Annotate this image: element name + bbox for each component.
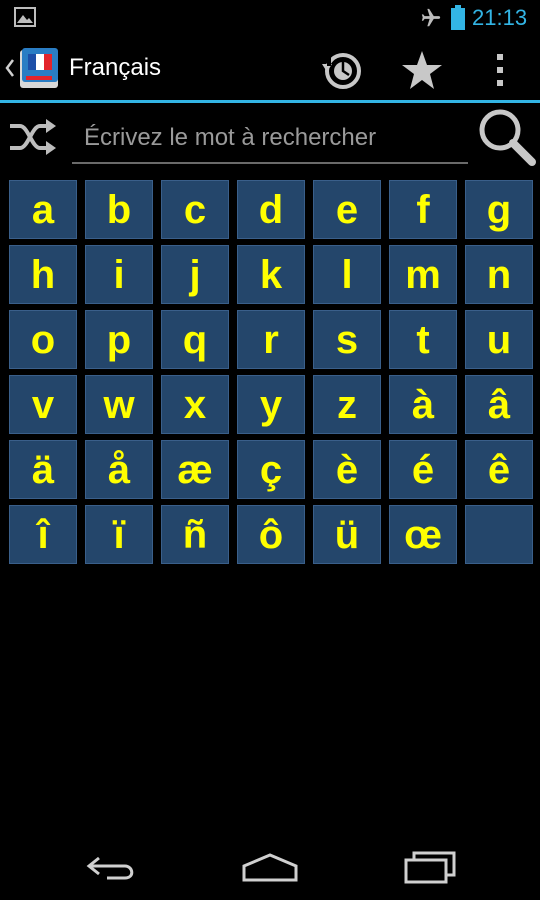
back-icon[interactable] [85,852,141,882]
letter-key[interactable]: y [237,375,305,434]
action-bar-divider [0,100,540,103]
overflow-menu-icon[interactable] [478,48,522,92]
action-bar: Français [0,36,540,100]
letter-key[interactable]: a [9,180,77,239]
letter-key[interactable]: m [389,245,457,304]
letter-key[interactable]: ç [237,440,305,499]
letter-key[interactable]: t [389,310,457,369]
letter-key[interactable]: r [237,310,305,369]
airplane-mode-icon [421,8,441,27]
history-icon[interactable] [318,48,366,92]
letter-key[interactable]: à [389,375,457,434]
star-icon[interactable] [398,48,446,92]
letter-key[interactable]: g [465,180,533,239]
search-input[interactable] [72,118,468,158]
letter-key[interactable]: j [161,245,229,304]
letter-key[interactable]: ñ [161,505,229,564]
letter-key[interactable]: ü [313,505,381,564]
letter-key[interactable]: ä [9,440,77,499]
navigation-bar [0,830,540,900]
shuffle-icon[interactable] [6,114,60,160]
letter-key[interactable]: o [9,310,77,369]
letter-key[interactable]: x [161,375,229,434]
letter-key[interactable]: é [389,440,457,499]
letter-key[interactable]: ï [85,505,153,564]
french-dictionary-app-icon[interactable] [20,48,60,90]
letter-key[interactable]: s [313,310,381,369]
letter-grid: abcdefg hijklmn opqrstu vwxyzàâ äåæçèéê îïñôü… [9,180,533,564]
letter-key[interactable]: œ [389,505,457,564]
status-bar: 21:13 [0,0,540,36]
battery-icon [451,5,465,30]
letter-key[interactable]: k [237,245,305,304]
search-field[interactable] [72,118,468,164]
letter-key[interactable]: l [313,245,381,304]
letter-key[interactable]: â [465,375,533,434]
gallery-notification-icon [14,7,36,27]
letter-key[interactable]: ê [465,440,533,499]
app-title: Français [69,54,162,81]
up-chevron-icon[interactable] [4,56,16,80]
letter-key[interactable]: b [85,180,153,239]
letter-key[interactable]: w [85,375,153,434]
letter-key-empty[interactable] [465,505,533,564]
letter-key[interactable]: p [85,310,153,369]
letter-key[interactable]: î [9,505,77,564]
recent-apps-icon[interactable] [402,848,458,884]
letter-key[interactable]: è [313,440,381,499]
letter-key[interactable]: z [313,375,381,434]
letter-key[interactable]: å [85,440,153,499]
search-icon[interactable] [474,104,538,168]
letter-key[interactable]: h [9,245,77,304]
letter-key[interactable]: n [465,245,533,304]
letter-key[interactable]: u [465,310,533,369]
letter-key[interactable]: f [389,180,457,239]
letter-key[interactable]: v [9,375,77,434]
status-time: 21:13 [472,5,528,30]
letter-key[interactable]: e [313,180,381,239]
letter-key[interactable]: c [161,180,229,239]
letter-key[interactable]: æ [161,440,229,499]
letter-key[interactable]: q [161,310,229,369]
letter-key[interactable]: ô [237,505,305,564]
letter-key[interactable]: i [85,245,153,304]
letter-key[interactable]: d [237,180,305,239]
home-icon[interactable] [240,852,300,882]
